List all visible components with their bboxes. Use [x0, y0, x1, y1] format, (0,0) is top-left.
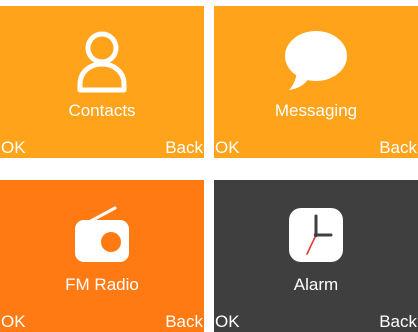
- contacts-screen: Contacts OK Back: [0, 6, 204, 158]
- app-name-label: FM Radio: [65, 275, 139, 294]
- radio-icon[interactable]: [0, 202, 204, 268]
- messaging-screen: Messaging OK Back: [214, 6, 418, 158]
- message-bubble-icon[interactable]: [214, 28, 418, 94]
- ok-softkey[interactable]: OK: [1, 312, 26, 332]
- app-name-label: Alarm: [293, 275, 339, 294]
- alarm-screen: Alarm OK Back: [214, 180, 418, 332]
- fm-radio-screen: FM Radio OK Back: [0, 180, 204, 332]
- back-softkey[interactable]: Back: [379, 312, 417, 332]
- ok-softkey[interactable]: OK: [215, 138, 240, 158]
- app-name-label: Messaging: [274, 101, 358, 120]
- back-softkey[interactable]: Back: [379, 138, 417, 158]
- contacts-icon[interactable]: [0, 28, 204, 94]
- app-name-label: Contacts: [68, 101, 136, 120]
- ok-softkey[interactable]: OK: [1, 138, 26, 158]
- back-softkey[interactable]: Back: [165, 138, 203, 158]
- ok-softkey[interactable]: OK: [215, 312, 240, 332]
- clock-icon[interactable]: [214, 202, 418, 268]
- back-softkey[interactable]: Back: [165, 312, 203, 332]
